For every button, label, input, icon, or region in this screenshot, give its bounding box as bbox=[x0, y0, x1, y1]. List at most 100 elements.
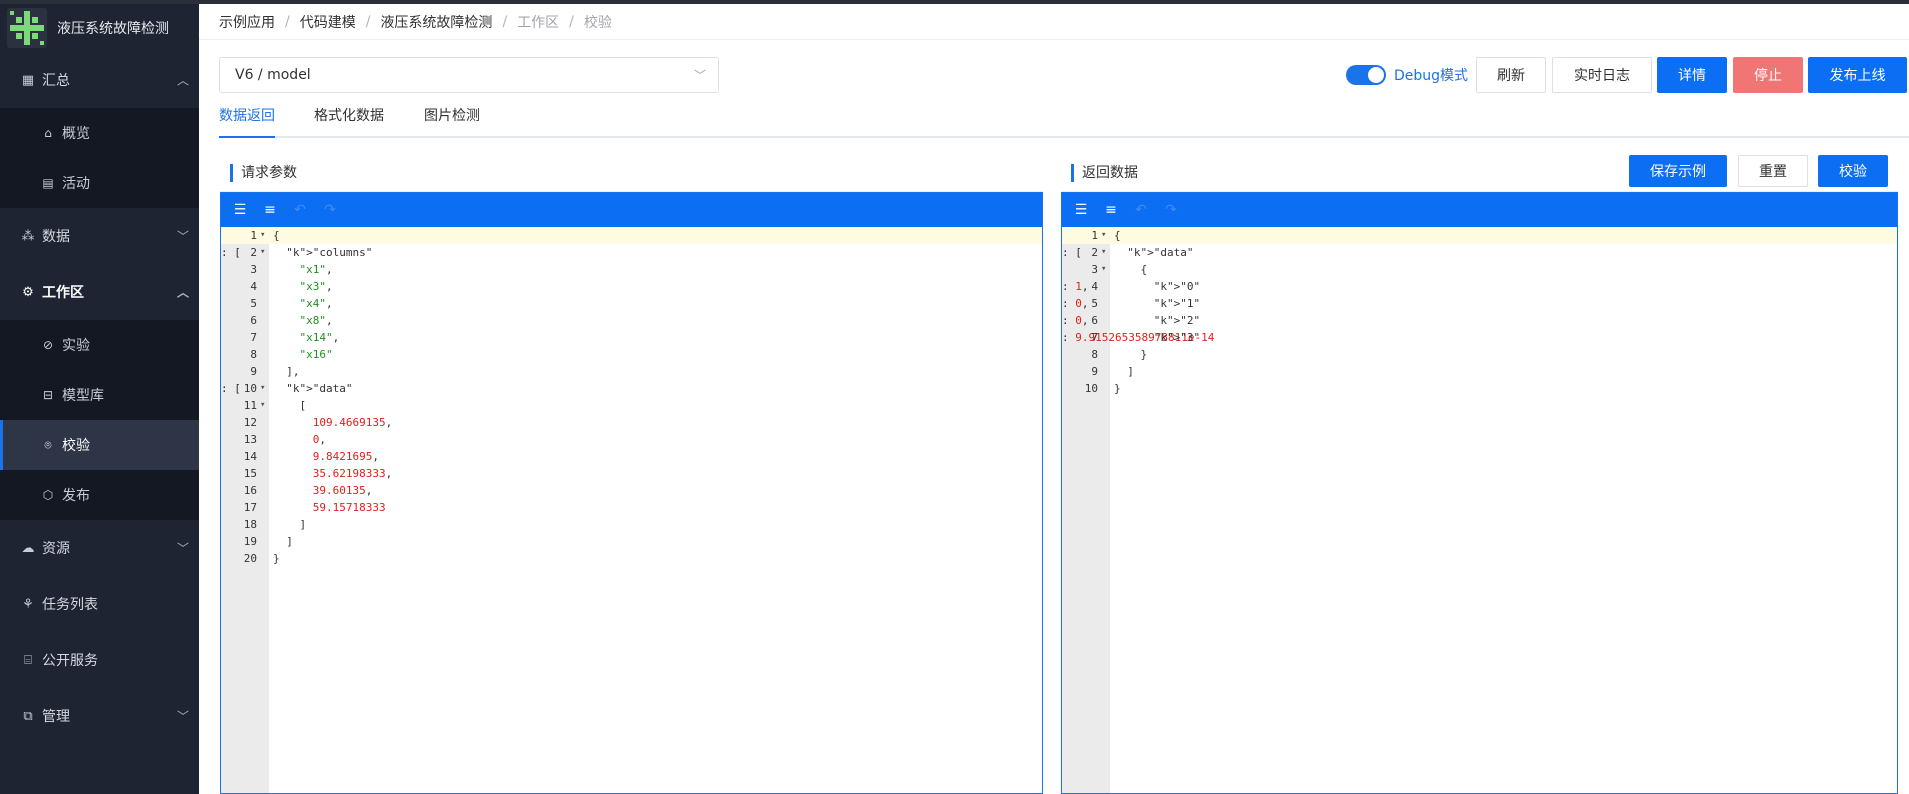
debug-toggle[interactable]: Debug模式 bbox=[1346, 65, 1468, 85]
toolbar: V6 / model ﹀ Debug模式 刷新 实时日志 详情 停止 发布上线 bbox=[219, 57, 1909, 97]
code-line: 18 ] bbox=[243, 518, 307, 531]
stop-button[interactable]: 停止 bbox=[1733, 57, 1803, 93]
code-line: 15 35.62198333, bbox=[243, 467, 393, 480]
refresh-button[interactable]: 刷新 bbox=[1476, 57, 1546, 93]
sidebar-item-data[interactable]: ⁂ 数据 ﹀ bbox=[0, 208, 199, 264]
task-icon: ⚘ bbox=[22, 596, 34, 612]
format-icon[interactable]: ☰ bbox=[229, 199, 251, 221]
response-code-area[interactable]: 1 ▾{ 2 ▾ "k">"data": [ 3 ▾ { 4 "k">"0": 1, 5 "k… bbox=[1062, 227, 1897, 793]
sidebar-item-experiment[interactable]: ⊘ 实验 bbox=[0, 320, 199, 370]
code-line: 6 "x8", bbox=[250, 314, 333, 327]
brand[interactable]: 液压系统故障检测 bbox=[0, 4, 199, 52]
sidebar-item-verify[interactable]: ⌾ 校验 bbox=[0, 420, 199, 470]
breadcrumb-current: 校验 bbox=[583, 14, 612, 31]
reset-button[interactable]: 重置 bbox=[1738, 155, 1808, 187]
request-editor[interactable]: ☰ ≡ ↶ ↷ 1 ▾{2 ▾ "k">"columns": [3 "x1", 4 "… bbox=[220, 192, 1043, 794]
code-line: 13 0, bbox=[243, 433, 326, 446]
cloud-icon: ☁ bbox=[21, 540, 35, 556]
format-icon[interactable]: ☰ bbox=[1070, 199, 1092, 221]
sidebar: 液压系统故障检测 ▦ 汇总 ︿ ⌂ 概览 ▤ 活动 ⁂ 数据 ﹀ ⚙ 工作区 ︿… bbox=[0, 4, 199, 794]
request-code-lines: 1 ▾{2 ▾ "k">"columns": [3 "x1", 4 "x3", 5 "x… bbox=[221, 227, 1042, 567]
code-line: 1 ▾{ bbox=[221, 227, 1042, 244]
code-line: 9 ] bbox=[1091, 365, 1134, 378]
response-editor[interactable]: ☰ ≡ ↶ ↷ 1 ▾{ 2 ▾ "k">"data": [ 3 ▾ { 4 "k">"0"… bbox=[1061, 192, 1898, 794]
chevron-down-icon: ﹀ bbox=[693, 68, 706, 83]
code-line: 8 } bbox=[1091, 348, 1148, 361]
verify-button[interactable]: 校验 bbox=[1818, 155, 1888, 187]
store-icon: ⌸ bbox=[24, 652, 32, 668]
request-panel-header: 请求参数 bbox=[220, 154, 1043, 192]
request-panel: 请求参数 ☰ ≡ ↶ ↷ 1 ▾{2 ▾ "k">"columns": [3 "x1… bbox=[220, 154, 1043, 794]
chevron-down-icon: ﹀ bbox=[176, 709, 189, 724]
tab-formatted-data[interactable]: 格式化数据 bbox=[314, 104, 384, 136]
tab-image-detection[interactable]: 图片检测 bbox=[424, 104, 480, 136]
realtime-log-button[interactable]: 实时日志 bbox=[1552, 57, 1652, 93]
code-line: 2 ▾ "k">"columns": [ bbox=[221, 246, 373, 259]
publish-button[interactable]: 发布上线 bbox=[1808, 57, 1907, 93]
code-line: 17 59.15718333 bbox=[243, 501, 386, 514]
sidebar-item-manage[interactable]: ⧉ 管理 ﹀ bbox=[0, 688, 199, 744]
box-icon: ⬡ bbox=[42, 488, 54, 502]
code-line: 4 "k">"0": 1, bbox=[1062, 280, 1201, 293]
code-line: 10} bbox=[1084, 382, 1121, 395]
undo-icon[interactable]: ↶ bbox=[1130, 199, 1152, 221]
code-line: 6 "k">"2": 0, bbox=[1062, 314, 1201, 327]
sidebar-item-workspace[interactable]: ⚙ 工作区 ︿ bbox=[0, 264, 199, 320]
breadcrumb-item[interactable]: 工作区 bbox=[517, 12, 559, 32]
app-logo-icon bbox=[7, 8, 47, 48]
check-scan-icon: ⌾ bbox=[44, 437, 52, 452]
submenu-summary: ⌂ 概览 ▤ 活动 bbox=[0, 108, 199, 208]
request-code-area[interactable]: 1 ▾{2 ▾ "k">"columns": [3 "x1", 4 "x3", 5 "x… bbox=[221, 227, 1042, 793]
save-example-button[interactable]: 保存示例 bbox=[1629, 155, 1727, 187]
submenu-workspace: ⊘ 实验 ⊟ 模型库 ⌾ 校验 ⬡ 发布 bbox=[0, 320, 199, 520]
compact-icon[interactable]: ≡ bbox=[1100, 199, 1122, 221]
response-panel-header: 返回数据 保存示例 重置 校验 bbox=[1061, 154, 1898, 192]
gear-icon: ⚙ bbox=[22, 284, 34, 300]
result-tabs: 数据返回 格式化数据 图片检测 bbox=[219, 104, 1909, 138]
code-line: 1 ▾{ bbox=[1062, 227, 1897, 244]
code-line: 4 "x3", bbox=[250, 280, 333, 293]
code-line: 5 "x4", bbox=[250, 297, 333, 310]
chevron-down-icon: ﹀ bbox=[176, 229, 189, 244]
debug-switch[interactable] bbox=[1346, 65, 1386, 85]
sidebar-item-resources[interactable]: ☁ 资源 ﹀ bbox=[0, 520, 199, 576]
response-editor-toolbar: ☰ ≡ ↶ ↷ bbox=[1062, 193, 1897, 227]
calendar-icon: ▤ bbox=[42, 176, 54, 190]
sidebar-item-summary[interactable]: ▦ 汇总 ︿ bbox=[0, 52, 199, 108]
code-line: 7 "k">"3": 9.915265358978811e-14 bbox=[1062, 331, 1215, 344]
chevron-up-icon: ︿ bbox=[176, 285, 189, 300]
breadcrumb-item[interactable]: 液压系统故障检测 bbox=[380, 12, 492, 32]
details-button[interactable]: 详情 bbox=[1657, 57, 1727, 93]
data-icon: ⁂ bbox=[21, 228, 35, 244]
app-title: 液压系统故障检测 bbox=[57, 21, 169, 37]
sidebar-item-task-list[interactable]: ⚘ 任务列表 bbox=[0, 576, 199, 632]
model-library-icon: ⊟ bbox=[42, 388, 54, 402]
experiment-icon: ⊘ bbox=[42, 338, 54, 352]
redo-icon[interactable]: ↷ bbox=[319, 199, 341, 221]
code-line: 14 9.8421695, bbox=[243, 450, 379, 463]
undo-icon[interactable]: ↶ bbox=[289, 199, 311, 221]
redo-icon[interactable]: ↷ bbox=[1160, 199, 1182, 221]
manage-icon: ⧉ bbox=[23, 708, 33, 724]
sidebar-item-public-service[interactable]: ⌸ 公开服务 bbox=[0, 632, 199, 688]
model-version-select[interactable]: V6 / model ﹀ bbox=[219, 57, 719, 93]
sidebar-item-publish[interactable]: ⬡ 发布 bbox=[0, 470, 199, 520]
request-panel-title: 请求参数 bbox=[230, 163, 297, 182]
breadcrumb: 示例应用 / 代码建模 / 液压系统故障检测 / 工作区 / 校验 bbox=[199, 4, 1909, 40]
breadcrumb-item[interactable]: 代码建模 bbox=[300, 12, 356, 32]
breadcrumb-item[interactable]: 示例应用 bbox=[219, 12, 275, 32]
chevron-down-icon: ﹀ bbox=[176, 541, 189, 556]
sidebar-item-model-library[interactable]: ⊟ 模型库 bbox=[0, 370, 199, 420]
code-line: 5 "k">"1": 0, bbox=[1062, 297, 1201, 310]
code-line: 8 "x16" bbox=[250, 348, 333, 361]
sidebar-item-activity[interactable]: ▤ 活动 bbox=[0, 158, 199, 208]
sidebar-item-overview[interactable]: ⌂ 概览 bbox=[0, 108, 199, 158]
request-editor-toolbar: ☰ ≡ ↶ ↷ bbox=[221, 193, 1042, 227]
tab-data-return[interactable]: 数据返回 bbox=[219, 104, 275, 138]
code-line: 16 39.60135, bbox=[243, 484, 373, 497]
code-line: 19 ] bbox=[243, 535, 293, 548]
response-panel: 返回数据 保存示例 重置 校验 ☰ ≡ ↶ ↷ 1 ▾{ 2 ▾ "k">"data"… bbox=[1061, 154, 1898, 794]
code-line: 3 ▾ { bbox=[1091, 263, 1148, 276]
code-line: 2 ▾ "k">"data": [ bbox=[1062, 246, 1194, 259]
compact-icon[interactable]: ≡ bbox=[259, 199, 281, 221]
